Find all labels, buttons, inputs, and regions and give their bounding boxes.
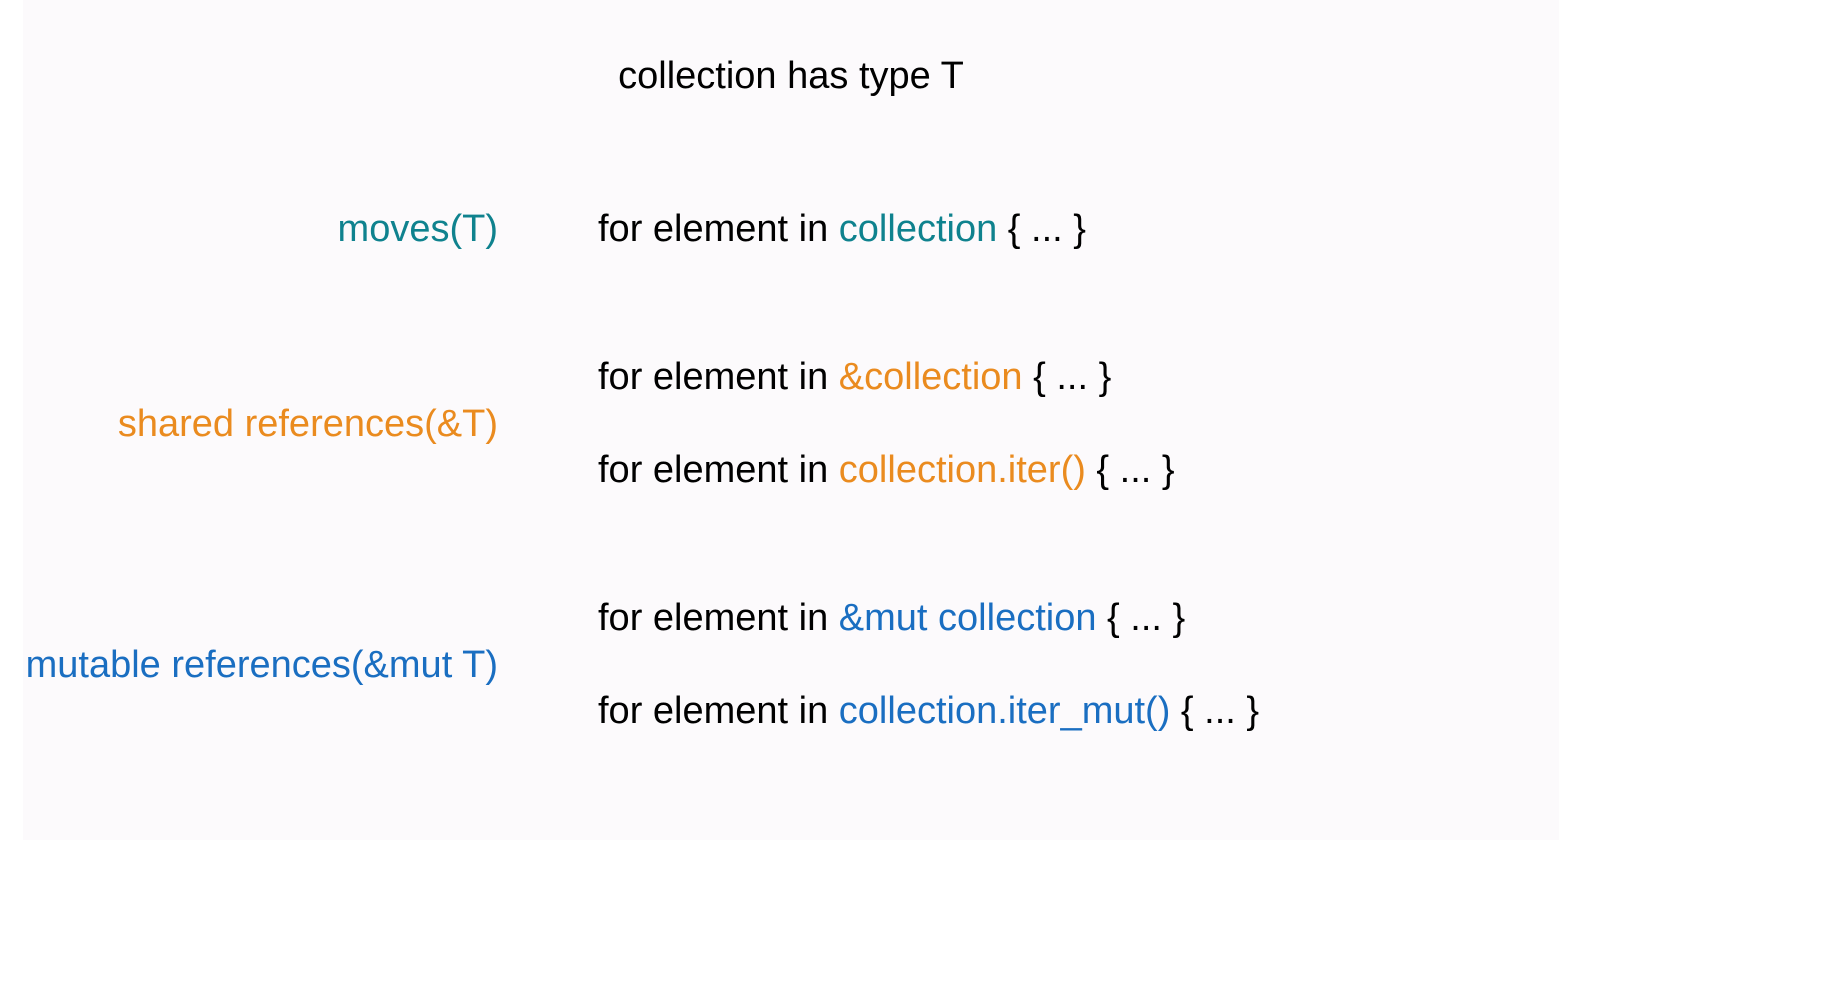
code-suffix: { ... } [997, 208, 1086, 250]
label-shared: shared references(&T) [23, 403, 598, 446]
code-suffix: { ... } [1023, 356, 1112, 398]
diagram-container: collection has type T moves(T) for eleme… [23, 0, 1559, 840]
code-suffix: { ... } [1170, 690, 1259, 732]
row-shared: shared references(&T) for element in &co… [23, 356, 1559, 492]
code-line: for element in &mut collection { ... } [598, 597, 1259, 640]
code-prefix: for element in [598, 449, 839, 491]
code-suffix: { ... } [1096, 597, 1185, 639]
label-moves: moves(T) [23, 208, 598, 251]
code-prefix: for element in [598, 690, 839, 732]
code-highlight: collection.iter() [839, 449, 1086, 491]
code-prefix: for element in [598, 208, 839, 250]
code-lines-moves: for element in collection { ... } [598, 208, 1086, 251]
code-highlight: &collection [839, 356, 1023, 398]
code-line: for element in collection { ... } [598, 208, 1086, 251]
code-line: for element in collection.iter_mut() { .… [598, 690, 1259, 733]
code-highlight: collection [839, 208, 997, 250]
code-lines-mutable: for element in &mut collection { ... } f… [598, 597, 1259, 733]
code-suffix: { ... } [1086, 449, 1175, 491]
row-moves: moves(T) for element in collection { ...… [23, 208, 1559, 251]
code-line: for element in collection.iter() { ... } [598, 449, 1175, 492]
diagram-title: collection has type T [23, 55, 1559, 98]
code-line: for element in &collection { ... } [598, 356, 1175, 399]
row-mutable: mutable references(&mut T) for element i… [23, 597, 1559, 733]
label-mutable: mutable references(&mut T) [23, 644, 598, 687]
code-lines-shared: for element in &collection { ... } for e… [598, 356, 1175, 492]
diagram-rows: moves(T) for element in collection { ...… [23, 208, 1559, 733]
code-prefix: for element in [598, 356, 839, 398]
code-highlight: collection.iter_mut() [839, 690, 1171, 732]
code-prefix: for element in [598, 597, 839, 639]
code-highlight: &mut collection [839, 597, 1097, 639]
